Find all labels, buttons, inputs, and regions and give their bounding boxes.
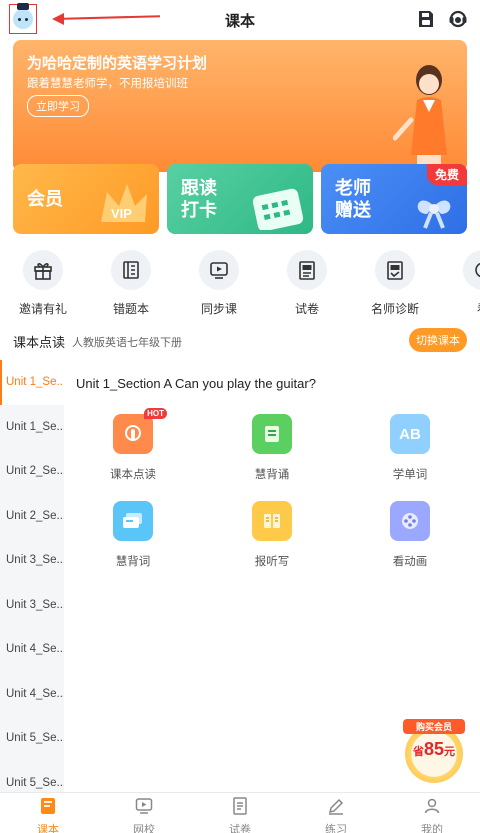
ab-letters-text: AB [399,425,421,443]
feature-dictation[interactable]: 报听写 [222,501,322,569]
menu-label: 错题本 [112,302,149,316]
unit-item[interactable]: Unit 2_Se... [0,494,64,539]
unit-item[interactable]: Unit 4_Se... [0,627,64,672]
promo-tag: 购买会员 [403,719,465,734]
textbook-icon [41,798,55,814]
vip-card-label: 会员 [27,189,63,209]
nav-item-practice[interactable]: 练习 [288,797,384,833]
online-school-icon [135,798,153,814]
profile-icon [424,798,440,814]
teacher-card-line1: 老师 [335,178,371,198]
vip-card[interactable]: 会员 VIP [13,164,159,234]
menu-item-sync-class[interactable]: 同步课 [179,250,259,317]
exam-icon [233,797,247,815]
film-reel-icon [390,501,430,541]
teacher-gift-card[interactable]: 老师 赠送 免费 [321,164,467,234]
video-icon [210,262,228,279]
nav-label: 课本 [37,824,59,833]
textbook-header: 课本点读 人教版英语七年级下册 切换课本 [0,326,480,356]
hot-badge: HOT [144,408,167,419]
feature-recite[interactable]: 慧背诵 [222,414,322,482]
practice-pen-icon [328,798,344,815]
calendar-icon [252,188,304,230]
menu-item-invite[interactable]: 邀请有礼 [3,250,83,317]
menu-item-mistakes[interactable]: 错题本 [91,250,171,317]
membership-promo[interactable]: 购买会员 省85元 [403,715,465,787]
menu-item-diagnosis[interactable]: 名师诊断 [355,250,435,317]
nav-label: 我的 [421,824,443,833]
teacher-card-line2: 赠送 [335,200,371,220]
nav-label: 练习 [325,824,347,833]
textbook-edition: 人教版英语七年级下册 [72,337,182,349]
read-card-line2: 打卡 [181,200,217,220]
page-title: 课本 [224,13,255,30]
nav-item-textbook[interactable]: 课本 [0,797,96,833]
unit-item[interactable]: Unit 1_Se... [0,360,64,405]
nav-label: 网校 [133,824,155,833]
promo-discount: 省85元 [412,739,456,759]
free-badge: 免费 [426,164,467,185]
section-title: Unit 1_Section A Can you play the guitar… [76,376,316,391]
click-read-icon: HOT [113,408,167,454]
switch-textbook-button[interactable]: 切换课本 [409,328,467,352]
menu-label: 同步课 [200,302,237,316]
menu-item-exam[interactable]: 试卷 [267,250,347,317]
feature-label: 报听写 [254,556,290,568]
quick-menu: 邀请有礼 错题本 同步课 试卷 名师诊断 [0,250,480,320]
banner-subtitle: 跟着慧慧老师学，不用报培训班 [27,78,188,90]
bottom-navigation: 课本 网校 试卷 练习 我的 [0,792,480,833]
feature-recite-words[interactable]: 慧背词 [83,501,183,569]
unit-item[interactable]: Unit 5_Se... [0,761,64,793]
unit-item[interactable]: Unit 1_Se... [0,405,64,450]
exam-paper-icon [299,261,315,280]
unit-list: Unit 1_Se... Unit 1_Se... Unit 2_Se... U… [0,360,64,792]
read-card-line1: 跟读 [181,178,217,198]
feature-label: 学单词 [392,469,428,481]
top-bar: 课本 [0,0,480,38]
feature-watch-animation[interactable]: 看动画 [360,501,460,569]
bow-gift-icon [417,200,451,229]
gift-icon [34,263,52,280]
nav-item-exam[interactable]: 试卷 [192,797,288,833]
read-checkin-card[interactable]: 跟读 打卡 [167,164,313,234]
feature-learn-words[interactable]: AB 学单词 [360,414,460,482]
unit-item[interactable]: Unit 5_Se... [0,716,64,761]
save-icon[interactable] [416,9,436,29]
study-plan-banner[interactable]: 为哈哈定制的英语学习计划 跟着慧慧老师学，不用报培训班 立即学习 [13,40,467,172]
nav-item-online-school[interactable]: 网校 [96,797,192,833]
annotation-arrow [53,15,160,20]
teacher-illustration [393,65,447,172]
unit-item[interactable]: Unit 4_Se... [0,672,64,717]
menu-label: 名师诊断 [370,302,419,316]
feature-label: 看动画 [392,556,428,568]
feature-click-read[interactable]: HOT 课本点读 [83,408,183,482]
banner-title: 为哈哈定制的英语学习计划 [27,55,208,72]
start-learning-button[interactable]: 立即学习 [27,95,89,117]
ab-letters-icon: AB [390,414,430,454]
nav-item-profile[interactable]: 我的 [384,797,480,833]
menu-label: 邀请有礼 [18,302,67,316]
unit-item[interactable]: Unit 3_Se... [0,583,64,628]
word-cards-icon [113,501,153,541]
vip-deco-text: VIP [111,206,132,221]
menu-label: 试卷 [294,302,319,316]
unit-item[interactable]: Unit 3_Se... [0,538,64,583]
feature-label: 慧背诵 [254,469,290,481]
unit-item[interactable]: Unit 2_Se... [0,449,64,494]
feature-label: 课本点读 [110,469,156,481]
customer-service-icon[interactable] [448,9,468,29]
robot-avatar-icon[interactable] [9,3,37,34]
menu-label: 看 [443,300,480,317]
notebook-icon [123,261,139,279]
dictation-book-icon [252,501,292,541]
diagnosis-icon [387,261,403,280]
textbook-title: 课本点读 [13,335,66,350]
menu-item-watch[interactable]: 看 [443,250,480,317]
nav-label: 试卷 [229,824,251,833]
feature-label: 慧背词 [115,556,151,568]
recite-book-icon [252,414,292,454]
watch-icon [475,262,480,278]
vip-crown-icon: VIP [101,184,147,222]
